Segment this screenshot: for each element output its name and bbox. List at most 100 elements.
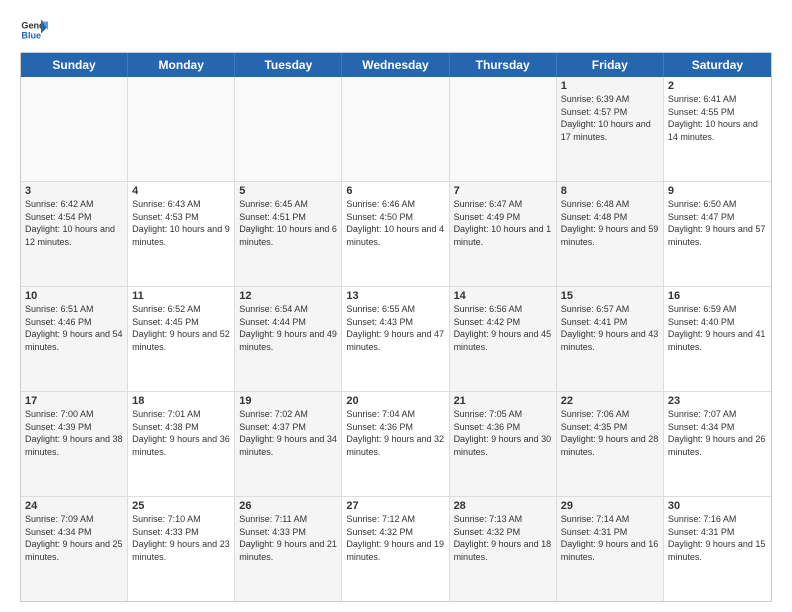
day-info: Sunrise: 7:12 AM Sunset: 4:32 PM Dayligh… — [346, 513, 444, 563]
day-info: Sunrise: 7:00 AM Sunset: 4:39 PM Dayligh… — [25, 408, 123, 458]
day-cell-27: 27Sunrise: 7:12 AM Sunset: 4:32 PM Dayli… — [342, 497, 449, 601]
calendar-row-4: 17Sunrise: 7:00 AM Sunset: 4:39 PM Dayli… — [21, 392, 771, 497]
day-number: 29 — [561, 500, 659, 512]
day-cell-8: 8Sunrise: 6:48 AM Sunset: 4:48 PM Daylig… — [557, 182, 664, 286]
weekday-header-wednesday: Wednesday — [342, 53, 449, 77]
day-info: Sunrise: 7:06 AM Sunset: 4:35 PM Dayligh… — [561, 408, 659, 458]
day-cell-23: 23Sunrise: 7:07 AM Sunset: 4:34 PM Dayli… — [664, 392, 771, 496]
day-number: 1 — [561, 80, 659, 92]
day-info: Sunrise: 7:04 AM Sunset: 4:36 PM Dayligh… — [346, 408, 444, 458]
day-cell-25: 25Sunrise: 7:10 AM Sunset: 4:33 PM Dayli… — [128, 497, 235, 601]
day-number: 26 — [239, 500, 337, 512]
empty-cell — [342, 77, 449, 181]
day-cell-4: 4Sunrise: 6:43 AM Sunset: 4:53 PM Daylig… — [128, 182, 235, 286]
day-number: 7 — [454, 185, 552, 197]
day-number: 9 — [668, 185, 767, 197]
day-number: 4 — [132, 185, 230, 197]
day-info: Sunrise: 6:59 AM Sunset: 4:40 PM Dayligh… — [668, 303, 767, 353]
day-cell-22: 22Sunrise: 7:06 AM Sunset: 4:35 PM Dayli… — [557, 392, 664, 496]
empty-cell — [450, 77, 557, 181]
day-info: Sunrise: 6:46 AM Sunset: 4:50 PM Dayligh… — [346, 198, 444, 248]
calendar-row-1: 1Sunrise: 6:39 AM Sunset: 4:57 PM Daylig… — [21, 77, 771, 182]
day-info: Sunrise: 7:11 AM Sunset: 4:33 PM Dayligh… — [239, 513, 337, 563]
day-info: Sunrise: 7:14 AM Sunset: 4:31 PM Dayligh… — [561, 513, 659, 563]
day-number: 5 — [239, 185, 337, 197]
day-number: 10 — [25, 290, 123, 302]
day-info: Sunrise: 6:54 AM Sunset: 4:44 PM Dayligh… — [239, 303, 337, 353]
weekday-header-tuesday: Tuesday — [235, 53, 342, 77]
empty-cell — [21, 77, 128, 181]
day-info: Sunrise: 6:41 AM Sunset: 4:55 PM Dayligh… — [668, 93, 767, 143]
day-number: 22 — [561, 395, 659, 407]
day-info: Sunrise: 7:01 AM Sunset: 4:38 PM Dayligh… — [132, 408, 230, 458]
day-cell-12: 12Sunrise: 6:54 AM Sunset: 4:44 PM Dayli… — [235, 287, 342, 391]
day-cell-1: 1Sunrise: 6:39 AM Sunset: 4:57 PM Daylig… — [557, 77, 664, 181]
day-info: Sunrise: 7:05 AM Sunset: 4:36 PM Dayligh… — [454, 408, 552, 458]
day-number: 24 — [25, 500, 123, 512]
empty-cell — [235, 77, 342, 181]
day-cell-24: 24Sunrise: 7:09 AM Sunset: 4:34 PM Dayli… — [21, 497, 128, 601]
day-cell-3: 3Sunrise: 6:42 AM Sunset: 4:54 PM Daylig… — [21, 182, 128, 286]
day-info: Sunrise: 7:16 AM Sunset: 4:31 PM Dayligh… — [668, 513, 767, 563]
day-number: 11 — [132, 290, 230, 302]
day-cell-6: 6Sunrise: 6:46 AM Sunset: 4:50 PM Daylig… — [342, 182, 449, 286]
day-number: 15 — [561, 290, 659, 302]
weekday-header-sunday: Sunday — [21, 53, 128, 77]
day-cell-10: 10Sunrise: 6:51 AM Sunset: 4:46 PM Dayli… — [21, 287, 128, 391]
day-number: 8 — [561, 185, 659, 197]
logo: General Blue — [20, 16, 52, 44]
day-number: 16 — [668, 290, 767, 302]
day-cell-29: 29Sunrise: 7:14 AM Sunset: 4:31 PM Dayli… — [557, 497, 664, 601]
day-info: Sunrise: 6:43 AM Sunset: 4:53 PM Dayligh… — [132, 198, 230, 248]
day-number: 19 — [239, 395, 337, 407]
weekday-header-thursday: Thursday — [450, 53, 557, 77]
day-info: Sunrise: 6:48 AM Sunset: 4:48 PM Dayligh… — [561, 198, 659, 248]
day-cell-16: 16Sunrise: 6:59 AM Sunset: 4:40 PM Dayli… — [664, 287, 771, 391]
day-info: Sunrise: 6:52 AM Sunset: 4:45 PM Dayligh… — [132, 303, 230, 353]
day-cell-28: 28Sunrise: 7:13 AM Sunset: 4:32 PM Dayli… — [450, 497, 557, 601]
day-number: 13 — [346, 290, 444, 302]
day-cell-2: 2Sunrise: 6:41 AM Sunset: 4:55 PM Daylig… — [664, 77, 771, 181]
day-cell-18: 18Sunrise: 7:01 AM Sunset: 4:38 PM Dayli… — [128, 392, 235, 496]
day-cell-19: 19Sunrise: 7:02 AM Sunset: 4:37 PM Dayli… — [235, 392, 342, 496]
day-cell-7: 7Sunrise: 6:47 AM Sunset: 4:49 PM Daylig… — [450, 182, 557, 286]
day-info: Sunrise: 6:51 AM Sunset: 4:46 PM Dayligh… — [25, 303, 123, 353]
day-info: Sunrise: 6:57 AM Sunset: 4:41 PM Dayligh… — [561, 303, 659, 353]
day-info: Sunrise: 6:39 AM Sunset: 4:57 PM Dayligh… — [561, 93, 659, 143]
svg-text:Blue: Blue — [21, 30, 41, 40]
day-info: Sunrise: 6:56 AM Sunset: 4:42 PM Dayligh… — [454, 303, 552, 353]
day-cell-20: 20Sunrise: 7:04 AM Sunset: 4:36 PM Dayli… — [342, 392, 449, 496]
day-cell-13: 13Sunrise: 6:55 AM Sunset: 4:43 PM Dayli… — [342, 287, 449, 391]
day-number: 25 — [132, 500, 230, 512]
calendar-row-5: 24Sunrise: 7:09 AM Sunset: 4:34 PM Dayli… — [21, 497, 771, 601]
day-cell-15: 15Sunrise: 6:57 AM Sunset: 4:41 PM Dayli… — [557, 287, 664, 391]
calendar-header: SundayMondayTuesdayWednesdayThursdayFrid… — [21, 53, 771, 77]
day-cell-11: 11Sunrise: 6:52 AM Sunset: 4:45 PM Dayli… — [128, 287, 235, 391]
day-number: 20 — [346, 395, 444, 407]
day-cell-26: 26Sunrise: 7:11 AM Sunset: 4:33 PM Dayli… — [235, 497, 342, 601]
page-header: General Blue — [20, 16, 772, 44]
calendar-body: 1Sunrise: 6:39 AM Sunset: 4:57 PM Daylig… — [21, 77, 771, 601]
day-info: Sunrise: 6:55 AM Sunset: 4:43 PM Dayligh… — [346, 303, 444, 353]
day-number: 6 — [346, 185, 444, 197]
day-number: 3 — [25, 185, 123, 197]
empty-cell — [128, 77, 235, 181]
day-info: Sunrise: 6:50 AM Sunset: 4:47 PM Dayligh… — [668, 198, 767, 248]
weekday-header-saturday: Saturday — [664, 53, 771, 77]
day-cell-9: 9Sunrise: 6:50 AM Sunset: 4:47 PM Daylig… — [664, 182, 771, 286]
day-info: Sunrise: 7:09 AM Sunset: 4:34 PM Dayligh… — [25, 513, 123, 563]
day-number: 27 — [346, 500, 444, 512]
calendar-row-3: 10Sunrise: 6:51 AM Sunset: 4:46 PM Dayli… — [21, 287, 771, 392]
day-cell-17: 17Sunrise: 7:00 AM Sunset: 4:39 PM Dayli… — [21, 392, 128, 496]
day-info: Sunrise: 6:47 AM Sunset: 4:49 PM Dayligh… — [454, 198, 552, 248]
logo-icon: General Blue — [20, 16, 48, 44]
day-number: 14 — [454, 290, 552, 302]
day-number: 2 — [668, 80, 767, 92]
weekday-header-friday: Friday — [557, 53, 664, 77]
weekday-header-monday: Monday — [128, 53, 235, 77]
day-number: 23 — [668, 395, 767, 407]
day-number: 18 — [132, 395, 230, 407]
day-info: Sunrise: 6:42 AM Sunset: 4:54 PM Dayligh… — [25, 198, 123, 248]
day-number: 17 — [25, 395, 123, 407]
day-cell-30: 30Sunrise: 7:16 AM Sunset: 4:31 PM Dayli… — [664, 497, 771, 601]
